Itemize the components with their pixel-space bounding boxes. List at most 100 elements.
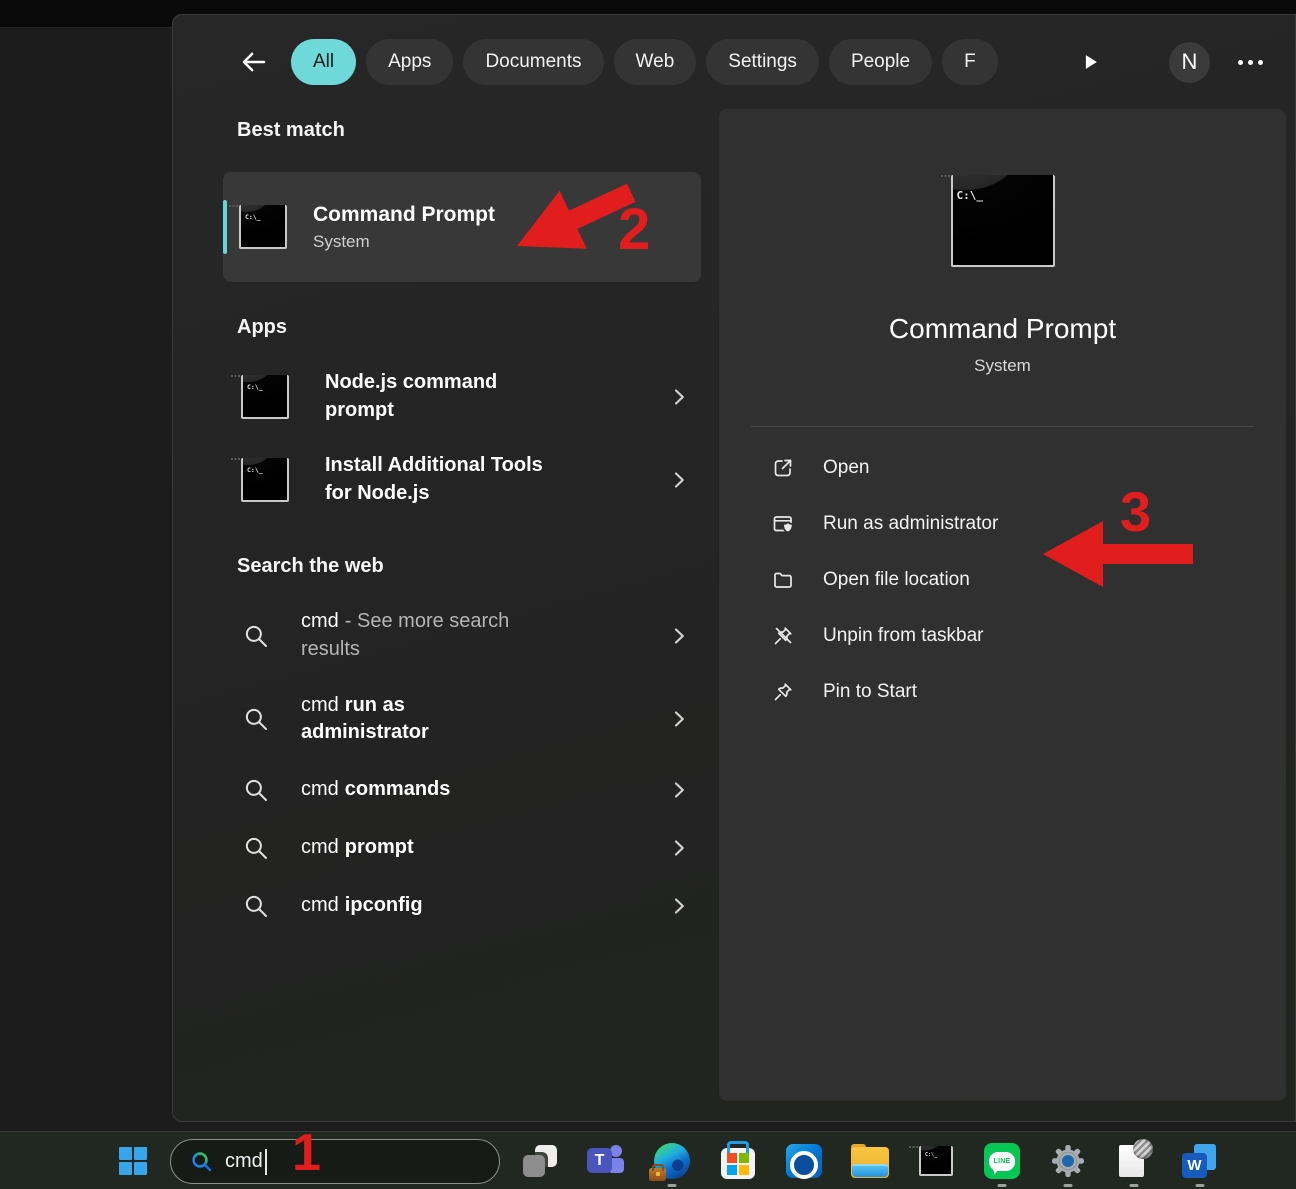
taskbar-icons: T C:\_ LINE bbox=[519, 1140, 1221, 1182]
web-suggestion-text: cmdrun as administrator bbox=[301, 692, 476, 747]
file-explorer-icon bbox=[851, 1147, 889, 1178]
command-prompt-icon: C:\_ bbox=[919, 1146, 953, 1176]
taskbar-icon-outlook[interactable] bbox=[783, 1140, 825, 1182]
chevron-right-icon[interactable] bbox=[667, 468, 691, 492]
running-indicator bbox=[998, 1184, 1007, 1187]
selection-accent-bar bbox=[223, 200, 227, 254]
work-briefcase-badge-icon bbox=[649, 1168, 666, 1181]
search-icon bbox=[241, 621, 271, 651]
web-suggestion-prompt[interactable]: cmdprompt bbox=[223, 819, 701, 877]
search-icon bbox=[189, 1149, 215, 1175]
search-icon bbox=[241, 704, 271, 734]
taskbar-icon-notepad[interactable] bbox=[1113, 1140, 1155, 1182]
tab-web[interactable]: Web bbox=[614, 39, 697, 85]
app-result-title: Install Additional Tools for Node.js bbox=[325, 452, 565, 507]
outlook-icon bbox=[786, 1144, 822, 1178]
divider bbox=[751, 426, 1254, 427]
chevron-right-icon[interactable] bbox=[667, 385, 691, 409]
line-app-icon: LINE bbox=[984, 1143, 1020, 1179]
windows-logo-icon bbox=[119, 1147, 147, 1175]
command-prompt-icon: C:\_ bbox=[951, 175, 1055, 267]
app-result-title: Node.js command prompt bbox=[325, 369, 515, 424]
search-flyout-panel: All Apps Documents Web Settings People F… bbox=[172, 14, 1296, 1122]
detail-subtitle: System bbox=[974, 356, 1031, 376]
taskbar-icon-file-explorer[interactable] bbox=[849, 1140, 891, 1182]
chevron-right-icon[interactable] bbox=[667, 707, 691, 731]
chevron-right-icon[interactable] bbox=[667, 894, 691, 918]
action-unpin-from-taskbar[interactable]: Unpin from taskbar bbox=[751, 608, 1254, 664]
web-suggestion-text: cmdipconfig bbox=[301, 892, 601, 920]
tab-all[interactable]: All bbox=[291, 39, 356, 85]
play-triangle-icon bbox=[1079, 51, 1101, 73]
tabs-scroll-right-button[interactable] bbox=[1079, 51, 1101, 73]
taskbar-icon-teams[interactable]: T bbox=[585, 1140, 627, 1182]
result-detail-panel: C:\_ Command Prompt System Open bbox=[719, 109, 1286, 1101]
best-match-result[interactable]: C:\_ Command Prompt System bbox=[223, 172, 701, 282]
taskbar-icon-line[interactable]: LINE bbox=[981, 1140, 1023, 1182]
command-prompt-icon: C:\_ bbox=[241, 375, 289, 419]
edge-browser-icon bbox=[654, 1143, 690, 1179]
taskbar-icon-microsoft-store[interactable] bbox=[717, 1140, 759, 1182]
taskbar-icon-edge[interactable] bbox=[651, 1140, 693, 1182]
chevron-right-icon[interactable] bbox=[667, 624, 691, 648]
taskbar-icon-settings[interactable] bbox=[1047, 1140, 1089, 1182]
more-options-icon[interactable] bbox=[1238, 60, 1263, 65]
folder-icon bbox=[771, 568, 795, 592]
results-column: Best match C:\_ Command Prompt System Ap… bbox=[223, 119, 701, 935]
tab-documents[interactable]: Documents bbox=[463, 39, 603, 85]
open-external-icon bbox=[771, 456, 795, 480]
best-match-header: Best match bbox=[237, 119, 701, 142]
user-avatar[interactable]: N bbox=[1169, 42, 1210, 83]
settings-gear-icon bbox=[1050, 1143, 1086, 1179]
text-cursor bbox=[265, 1149, 267, 1175]
search-icon bbox=[241, 833, 271, 863]
web-suggestion-run-as-admin[interactable]: cmdrun as administrator bbox=[223, 678, 701, 761]
web-suggestion-text: cmdcommands bbox=[301, 776, 601, 804]
app-result-nodejs-prompt[interactable]: C:\_ Node.js command prompt bbox=[223, 355, 701, 438]
web-suggestion-text: cmdprompt bbox=[301, 834, 601, 862]
word-icon: W bbox=[1182, 1144, 1218, 1178]
taskbar-search-input[interactable]: cmd bbox=[170, 1139, 500, 1184]
tab-folders-clipped[interactable]: F bbox=[942, 39, 998, 85]
web-suggestion-commands[interactable]: cmdcommands bbox=[223, 761, 701, 819]
chevron-right-icon[interactable] bbox=[667, 836, 691, 860]
notepad-icon bbox=[1119, 1145, 1144, 1177]
action-open-file-location[interactable]: Open file location bbox=[751, 552, 1254, 608]
windows-desktop: All Apps Documents Web Settings People F… bbox=[0, 0, 1296, 1189]
taskbar-icon-word[interactable]: W bbox=[1179, 1140, 1221, 1182]
search-icon bbox=[241, 891, 271, 921]
best-match-title: Command Prompt bbox=[313, 203, 495, 227]
filter-tabs-row: All Apps Documents Web Settings People F… bbox=[173, 35, 1295, 89]
running-indicator bbox=[1196, 1184, 1205, 1187]
action-pin-to-start[interactable]: Pin to Start bbox=[751, 664, 1254, 720]
tab-apps[interactable]: Apps bbox=[366, 39, 453, 85]
web-suggestion-text: cmd- See more search results bbox=[301, 608, 516, 663]
actions-list: Open Run as administrator bbox=[751, 440, 1254, 720]
action-run-as-administrator[interactable]: Run as administrator bbox=[751, 496, 1254, 552]
running-indicator bbox=[1130, 1184, 1139, 1187]
search-the-web-header: Search the web bbox=[237, 555, 701, 578]
tab-people[interactable]: People bbox=[829, 39, 932, 85]
web-suggestion-see-more[interactable]: cmd- See more search results bbox=[223, 594, 701, 677]
shield-window-icon bbox=[771, 512, 795, 536]
microsoft-store-icon bbox=[721, 1148, 755, 1179]
command-prompt-icon: C:\_ bbox=[241, 458, 289, 502]
pin-icon bbox=[771, 680, 795, 704]
taskbar-icon-task-view[interactable] bbox=[519, 1140, 561, 1182]
tab-settings[interactable]: Settings bbox=[706, 39, 819, 85]
back-button[interactable] bbox=[237, 45, 271, 79]
app-result-install-node-tools[interactable]: C:\_ Install Additional Tools for Node.j… bbox=[223, 438, 701, 521]
best-match-subtitle: System bbox=[313, 232, 495, 252]
start-button[interactable] bbox=[113, 1141, 153, 1181]
search-icon bbox=[241, 775, 271, 805]
unpin-icon bbox=[771, 624, 795, 648]
web-suggestion-ipconfig[interactable]: cmdipconfig bbox=[223, 877, 701, 935]
taskbar-icon-command-prompt[interactable]: C:\_ bbox=[915, 1140, 957, 1182]
command-prompt-icon: C:\_ bbox=[239, 205, 287, 249]
chevron-right-icon[interactable] bbox=[667, 778, 691, 802]
running-indicator bbox=[668, 1184, 677, 1187]
detail-title: Command Prompt bbox=[889, 313, 1116, 345]
filter-tabs-strip: All Apps Documents Web Settings People F bbox=[291, 39, 1053, 85]
teams-icon: T bbox=[587, 1143, 625, 1179]
action-open[interactable]: Open bbox=[751, 440, 1254, 496]
